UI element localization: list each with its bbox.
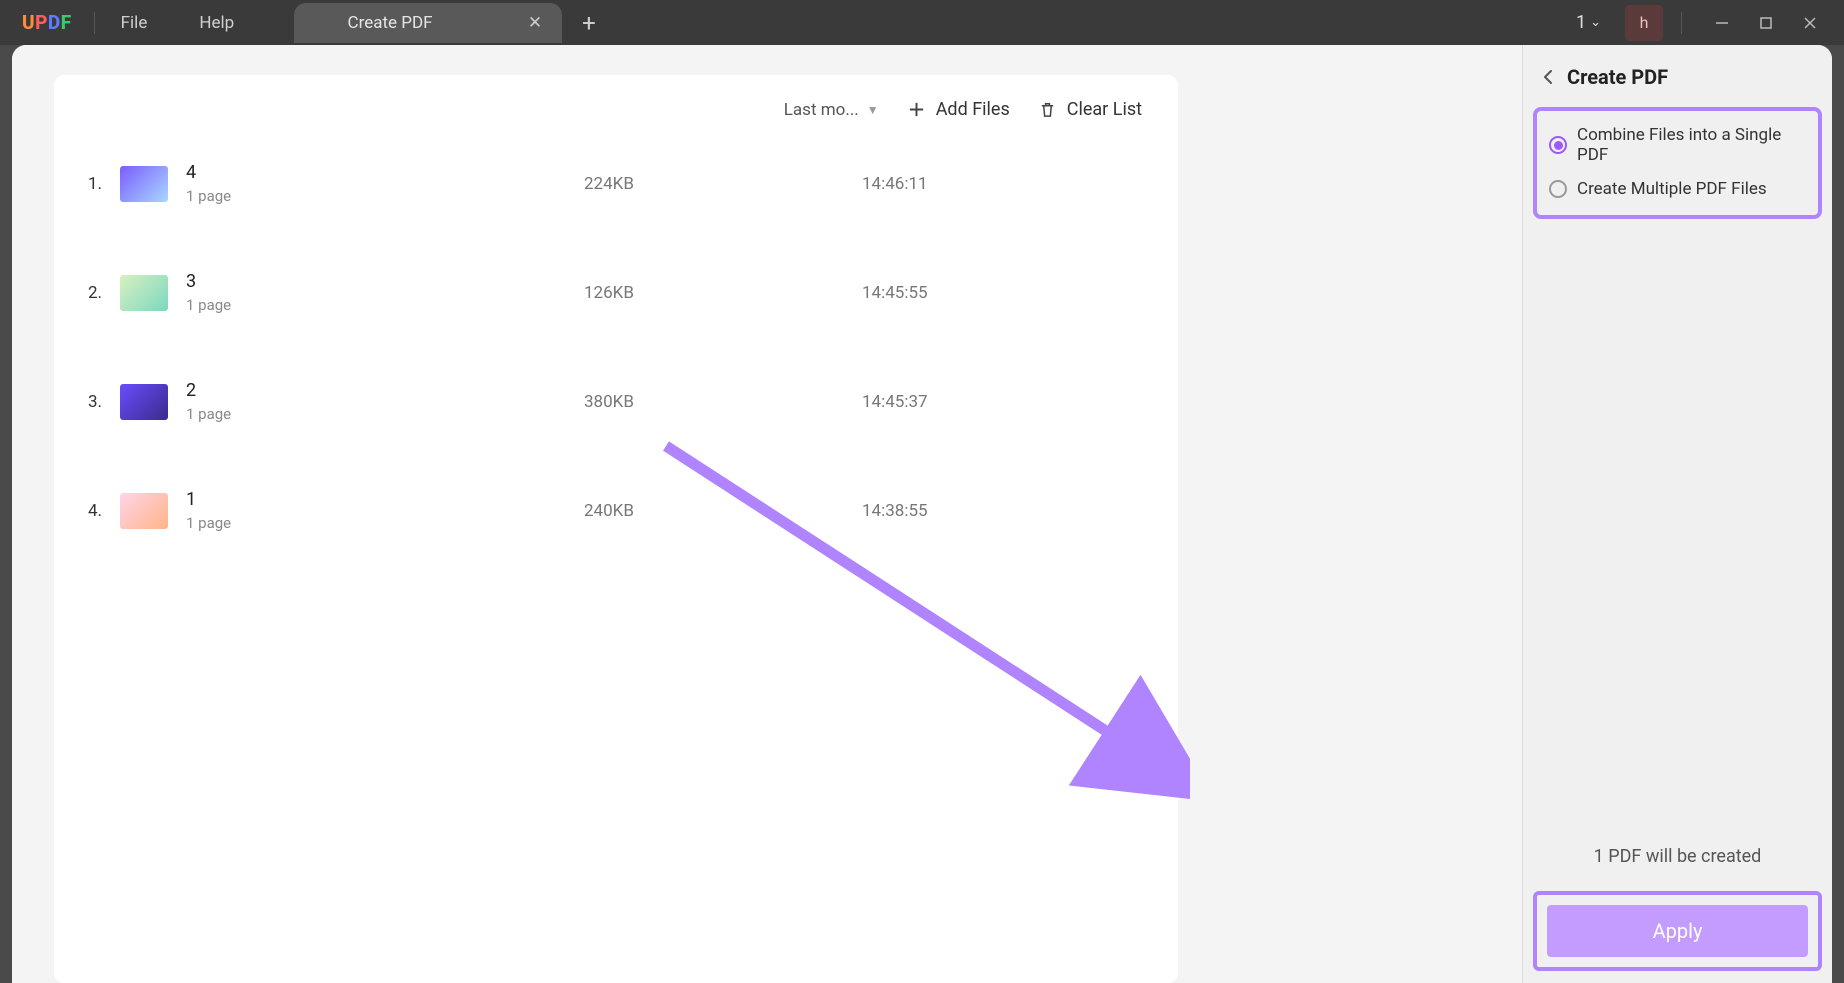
- back-icon[interactable]: [1541, 69, 1557, 85]
- add-files-label: Add Files: [936, 99, 1010, 120]
- list-toolbar: Last mo... ▼ Add Files Clear List: [54, 99, 1178, 138]
- file-pages: 1 page: [186, 514, 566, 532]
- menu-file[interactable]: File: [95, 13, 174, 33]
- option-create-multiple[interactable]: Create Multiple PDF Files: [1549, 179, 1806, 199]
- chevron-down-icon: ⌄: [1590, 15, 1601, 30]
- create-pdf-panel: Create PDF Combine Files into a Single P…: [1522, 45, 1832, 983]
- file-list-area: Last mo... ▼ Add Files Clear List 1.: [12, 45, 1178, 983]
- option-combine-single[interactable]: Combine Files into a Single PDF: [1549, 125, 1806, 165]
- file-time: 14:45:37: [862, 392, 928, 412]
- file-row[interactable]: 1. 4 1 page 224KB 14:46:11: [82, 148, 1178, 219]
- tab-title: Create PDF: [316, 13, 464, 33]
- file-name: 1: [186, 489, 566, 510]
- clear-list-label: Clear List: [1067, 99, 1142, 120]
- close-tab-icon[interactable]: ✕: [524, 9, 546, 37]
- file-time: 14:45:55: [862, 283, 928, 303]
- file-thumbnail: [120, 166, 168, 202]
- panel-title: Create PDF: [1567, 65, 1668, 89]
- file-pages: 1 page: [186, 405, 566, 423]
- option-label: Create Multiple PDF Files: [1577, 179, 1767, 199]
- file-size: 380KB: [584, 392, 844, 412]
- radio-unselected-icon: [1549, 180, 1567, 198]
- file-size: 240KB: [584, 501, 844, 521]
- window-count-value: 1: [1576, 12, 1586, 33]
- row-index: 2.: [82, 283, 102, 303]
- row-index: 3.: [82, 392, 102, 412]
- menu-help[interactable]: Help: [173, 13, 260, 33]
- panel-header: Create PDF: [1523, 45, 1832, 107]
- file-name: 4: [186, 162, 566, 183]
- file-thumbnail: [120, 384, 168, 420]
- dropdown-icon: ▼: [867, 103, 879, 117]
- app-logo: UPDF: [0, 11, 94, 34]
- sort-dropdown[interactable]: Last mo... ▼: [784, 100, 879, 120]
- user-avatar[interactable]: h: [1625, 5, 1663, 41]
- file-row[interactable]: 4. 1 1 page 240KB 14:38:55: [82, 475, 1178, 546]
- output-options-highlight: Combine Files into a Single PDF Create M…: [1533, 107, 1822, 219]
- file-name: 2: [186, 380, 566, 401]
- app-body: Last mo... ▼ Add Files Clear List 1.: [12, 45, 1832, 983]
- file-size: 126KB: [584, 283, 844, 303]
- row-index: 1.: [82, 174, 102, 194]
- divider: [1681, 12, 1682, 34]
- file-pages: 1 page: [186, 296, 566, 314]
- file-name: 3: [186, 271, 566, 292]
- sort-label: Last mo...: [784, 100, 859, 120]
- row-index: 4.: [82, 501, 102, 521]
- file-pages: 1 page: [186, 187, 566, 205]
- file-row[interactable]: 3. 2 1 page 380KB 14:45:37: [82, 366, 1178, 437]
- file-row[interactable]: 2. 3 1 page 126KB 14:45:55: [82, 257, 1178, 328]
- file-time: 14:46:11: [862, 174, 928, 194]
- file-list: 1. 4 1 page 224KB 14:46:11 2. 3 1 page: [54, 138, 1178, 546]
- file-size: 224KB: [584, 174, 844, 194]
- file-time: 14:38:55: [862, 501, 928, 521]
- close-window-button[interactable]: [1788, 5, 1832, 41]
- maximize-button[interactable]: [1744, 5, 1788, 41]
- window-count[interactable]: 1 ⌄: [1572, 12, 1605, 33]
- file-list-card: Last mo... ▼ Add Files Clear List 1.: [54, 75, 1178, 983]
- clear-list-button[interactable]: Clear List: [1038, 99, 1142, 120]
- apply-highlight: Apply: [1533, 891, 1822, 971]
- creation-status: 1 PDF will be created: [1523, 846, 1832, 891]
- file-thumbnail: [120, 493, 168, 529]
- add-files-button[interactable]: Add Files: [907, 99, 1010, 120]
- apply-button[interactable]: Apply: [1547, 905, 1808, 957]
- option-label: Combine Files into a Single PDF: [1577, 125, 1806, 165]
- radio-selected-icon: [1549, 136, 1567, 154]
- tab-create-pdf[interactable]: Create PDF ✕: [294, 3, 562, 43]
- minimize-button[interactable]: [1700, 5, 1744, 41]
- titlebar: UPDF File Help Create PDF ✕ + 1 ⌄ h: [0, 0, 1844, 45]
- add-tab-button[interactable]: +: [562, 9, 616, 37]
- file-thumbnail: [120, 275, 168, 311]
